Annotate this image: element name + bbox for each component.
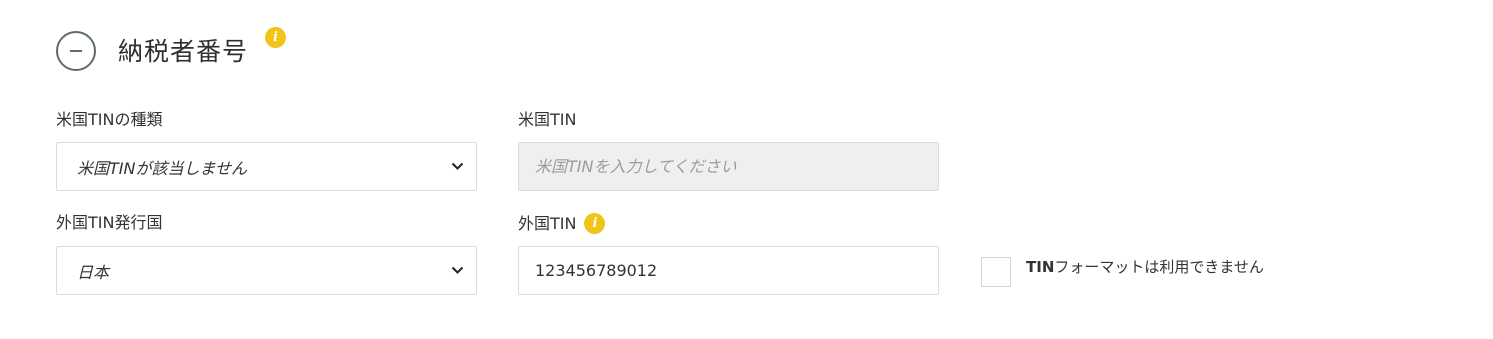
collapse-minus-icon[interactable]: [56, 31, 96, 71]
us-tin-label: 米国TIN: [518, 110, 576, 130]
foreign-tin-country-select[interactable]: 日本: [56, 246, 477, 295]
us-tin-type-select[interactable]: 米国TINが該当しません: [56, 142, 477, 191]
us-tin-type-label-text: 米国TINの種類: [56, 110, 163, 129]
foreign-tin-country-select-value: 日本: [77, 262, 110, 282]
us-tin-label-text: 米国TIN: [518, 110, 577, 129]
us-tin-type-select-value: 米国TINが該当しません: [77, 158, 247, 178]
chevron-down-icon: [450, 160, 464, 174]
foreign-tin-input[interactable]: [518, 246, 939, 295]
section-header: 納税者番号: [56, 28, 248, 74]
foreign-tin-label: 外国TIN i: [518, 213, 606, 234]
section-info-icon[interactable]: i: [265, 27, 286, 48]
checkbox-label-rest: フォーマットは利用できません: [1054, 258, 1264, 276]
foreign-tin-country-label-text: 外国TIN発行国: [56, 213, 163, 232]
foreign-tin-label-text: 外国TIN: [518, 213, 577, 233]
section-title: 納税者番号: [118, 36, 249, 66]
checkbox-label-bold: TIN: [1026, 258, 1055, 276]
foreign-tin-country-label: 外国TIN発行国: [56, 213, 162, 233]
tin-format-unavailable-label[interactable]: TINフォーマットは利用できません: [1026, 257, 1264, 277]
chevron-down-icon: [450, 264, 464, 278]
us-tin-input[interactable]: [518, 142, 939, 191]
foreign-tin-info-icon[interactable]: i: [584, 213, 606, 234]
tin-format-unavailable-checkbox[interactable]: [981, 257, 1011, 287]
us-tin-type-label: 米国TINの種類: [56, 110, 162, 130]
